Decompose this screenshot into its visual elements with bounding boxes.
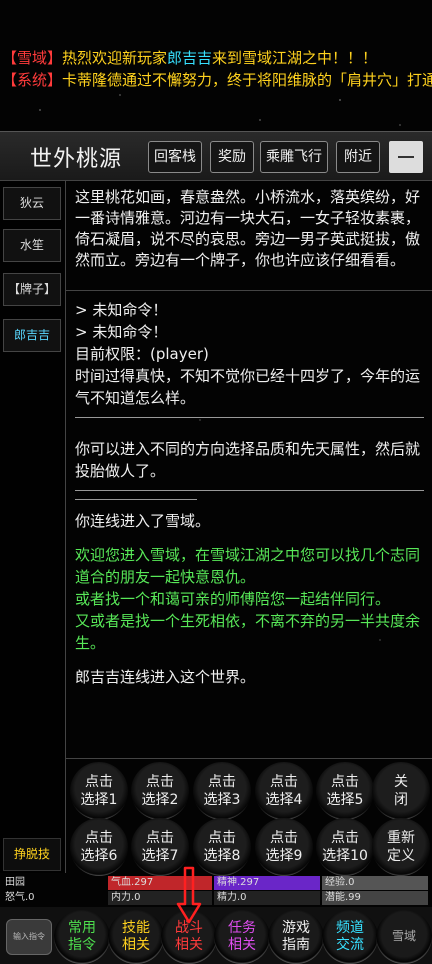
- npc-item-shuisheng[interactable]: 水笙: [3, 229, 61, 262]
- choice-4-button[interactable]: 点击 选择4: [255, 762, 313, 820]
- exp-bar: 经验.0: [322, 876, 428, 890]
- broadcast-player-name: 郎吉吉: [167, 49, 213, 67]
- minus-icon: [398, 156, 414, 158]
- broadcast-tag: 【雪域】: [2, 49, 63, 67]
- skills-button[interactable]: 技能 相关: [108, 910, 164, 964]
- log-welcome-line: 或者找一个和蔼可亲的师傅陪您一起结伴同行。: [75, 590, 391, 608]
- reward-button[interactable]: 奖励: [210, 141, 254, 173]
- log-welcome-line: 欢迎您进入雪域，在雪域江湖之中您可以找几个志同道合的朋友一起快意恩仇。: [75, 546, 421, 586]
- choice-1-button[interactable]: 点击 选择1: [70, 762, 128, 820]
- divider: [75, 499, 197, 500]
- player-stats: 田园 气血.297 精神.297 经验.0 怒气.0 内力.0 精力.0 潜能.…: [0, 873, 432, 907]
- choice-9-button[interactable]: 点击 选择9: [255, 818, 313, 876]
- broadcast-line-1: 【雪域】热烈欢迎新玩家郎吉吉来到雪域江湖之中！！！: [0, 46, 432, 70]
- log-line: > 未知命令！: [75, 323, 168, 341]
- log-line: 郎吉吉连线进入这个世界。: [75, 668, 256, 686]
- input-command-button[interactable]: 输入指令: [6, 919, 52, 955]
- npc-item-player[interactable]: 郎吉吉: [3, 319, 61, 352]
- location-label: 田园: [5, 877, 25, 888]
- npc-item-sign[interactable]: 【牌子】: [3, 273, 61, 306]
- divider: [75, 490, 424, 491]
- game-logo-icon[interactable]: 雪域: [376, 910, 432, 964]
- channel-chat-button[interactable]: 频道 交流: [322, 910, 378, 964]
- return-inn-button[interactable]: 回客栈: [148, 141, 202, 173]
- choice-3-button[interactable]: 点击 选择3: [193, 762, 251, 820]
- choice-6-button[interactable]: 点击 选择6: [70, 818, 128, 876]
- npc-list: 狄云 水笙 【牌子】 郎吉吉 挣脱技: [0, 181, 66, 873]
- divider: [75, 417, 424, 418]
- bottom-toolbar: 输入指令 常用 指令 技能 相关 战斗 相关 任务 相关 游戏 指南 频道 交流 雪域: [0, 907, 432, 964]
- broadcast-line-2: 【系统】卡蒂隆德通过不懈努力，终于将阳维脉的「肩井穴」打通了: [0, 68, 432, 92]
- choice-2-button[interactable]: 点击 选择2: [131, 762, 189, 820]
- npc-item-diyun[interactable]: 狄云: [3, 187, 61, 220]
- nearby-button[interactable]: 附近: [336, 141, 380, 173]
- broadcast-text: 来到雪域江湖之中！！！: [212, 49, 378, 67]
- arrow-down-icon: [176, 866, 202, 924]
- message-log: > 未知命令！ > 未知命令！ 目前权限：(player) 时间过得真快，不知不…: [66, 291, 432, 759]
- log-line: 时间过得真快，不知不觉你已经十四岁了，今年的运气不知道怎么样。: [75, 367, 421, 407]
- log-welcome-line: 又或者是找一个生死相依，不离不弃的另一半共度余生。: [75, 612, 421, 652]
- room-title: 世外桃源: [30, 147, 123, 172]
- log-line: 你可以进入不同的方向选择品质和先天属性，然后就投胎做人了。: [75, 440, 421, 480]
- broadcast-tag: 【系统】: [2, 71, 63, 89]
- quests-button[interactable]: 任务 相关: [214, 910, 270, 964]
- room-description: 这里桃花如画，春意盎然。小桥流水，落英缤纷，好一番诗情雅意。河边有一块大石，一女…: [66, 181, 432, 291]
- rage-label: 怒气.0: [5, 892, 35, 903]
- energy-bar: 精力.0: [214, 891, 320, 905]
- spirit-bar: 精神.297: [214, 876, 320, 890]
- log-line: 你连线进入了雪域。: [75, 512, 211, 530]
- broadcast-text: 卡蒂隆德通过不懈努力，终于将阳维脉的「肩井穴」打通了: [62, 71, 432, 89]
- log-line: > 未知命令！: [75, 301, 168, 319]
- common-commands-button[interactable]: 常用 指令: [54, 910, 110, 964]
- close-button[interactable]: 关闭: [372, 762, 430, 820]
- eagle-flight-button[interactable]: 乘雕飞行: [260, 141, 328, 173]
- log-line: 目前权限：(player): [75, 345, 209, 363]
- menu-toggle-button[interactable]: [389, 141, 423, 173]
- game-guide-button[interactable]: 游戏 指南: [268, 910, 324, 964]
- escape-skill-button[interactable]: 挣脱技: [3, 838, 61, 871]
- potential-bar: 潜能.99: [322, 891, 428, 905]
- redefine-button[interactable]: 重新 定义: [372, 818, 430, 876]
- broadcast-text: 热烈欢迎新玩家: [62, 49, 168, 67]
- room-header: 世外桃源 回客栈 奖励 乘雕飞行 附近: [0, 131, 432, 181]
- choice-10-button[interactable]: 点击 选择10: [316, 818, 374, 876]
- choice-5-button[interactable]: 点击 选择5: [316, 762, 374, 820]
